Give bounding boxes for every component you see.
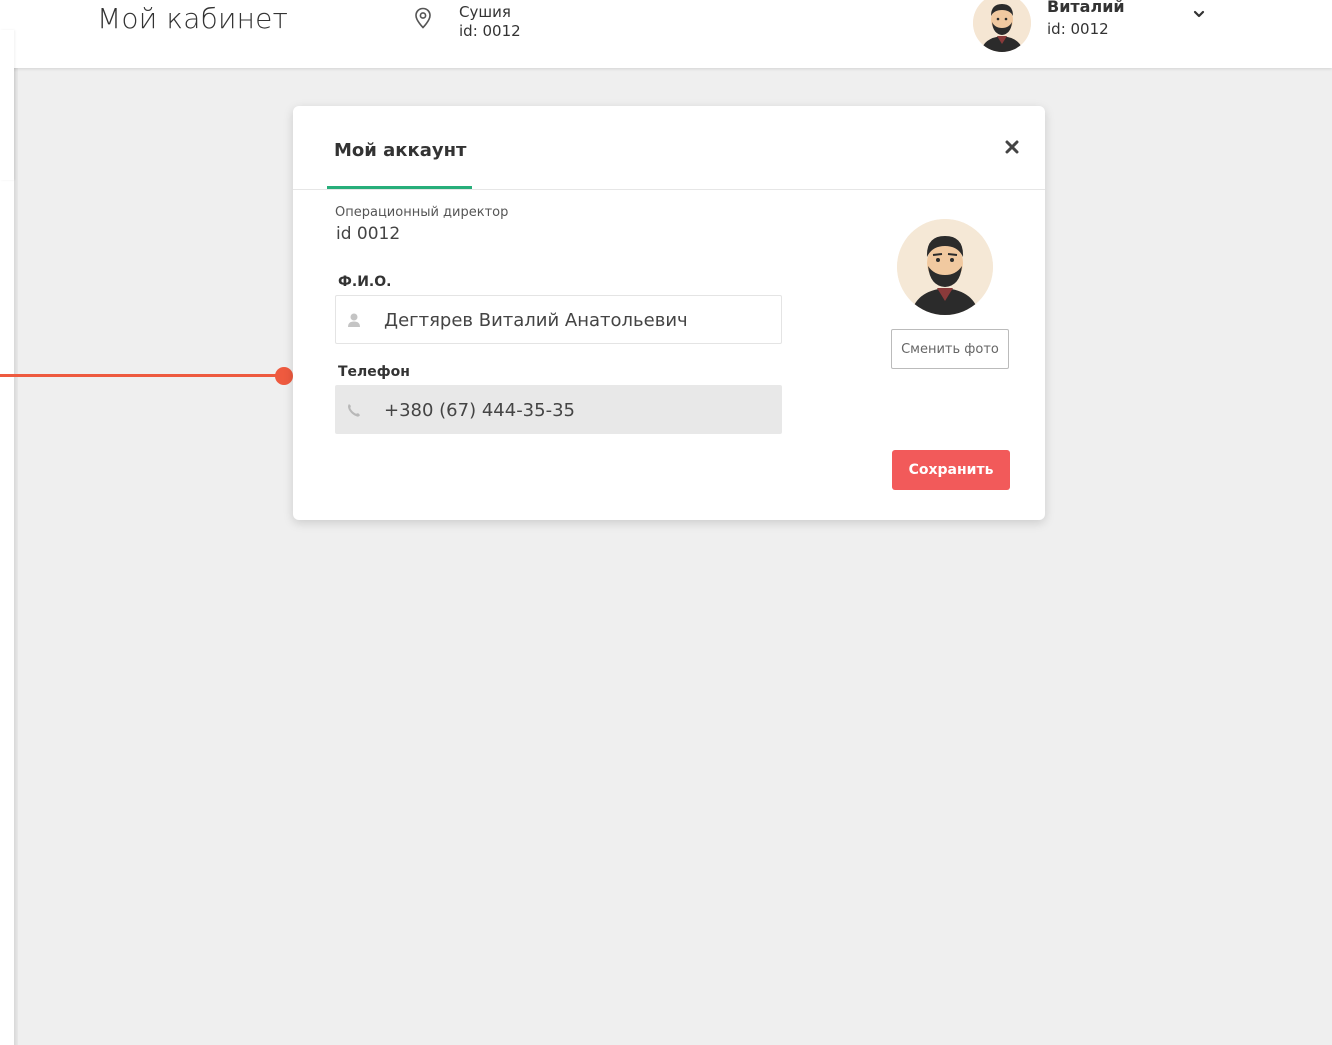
account-modal: Мой аккаунт Операционный директор id 001… xyxy=(293,106,1045,520)
top-header: Мой кабинет Сушия id: 0012 Виталий id: 0… xyxy=(0,0,1332,68)
page-title: Мой кабинет xyxy=(97,2,289,35)
phone-icon xyxy=(348,404,360,417)
location-id: id: 0012 xyxy=(459,22,521,40)
user-name: Виталий xyxy=(1047,0,1125,16)
user-icon xyxy=(348,313,360,327)
location-pin-icon xyxy=(415,7,431,29)
phone-field[interactable]: +380 (67) 444-35-35 xyxy=(335,385,782,434)
fio-field[interactable]: Дегтярев Виталий Анатольевич xyxy=(335,295,782,344)
location-name: Сушия xyxy=(459,3,511,21)
chevron-down-icon[interactable] xyxy=(1190,5,1208,23)
fio-label: Ф.И.О. xyxy=(338,274,392,290)
modal-divider xyxy=(293,189,1045,190)
sidebar-edge xyxy=(0,68,18,1045)
sidebar-panel-edge xyxy=(0,30,14,180)
connector-line xyxy=(0,374,284,377)
connector-dot xyxy=(275,367,293,385)
active-tab-indicator xyxy=(327,186,472,189)
phone-label: Телефон xyxy=(338,364,410,380)
user-avatar-icon[interactable] xyxy=(973,0,1031,52)
close-icon[interactable] xyxy=(1002,137,1022,157)
user-role: Операционный директор xyxy=(335,205,509,220)
user-id: id: 0012 xyxy=(1047,20,1109,38)
modal-title[interactable]: Мой аккаунт xyxy=(334,140,467,161)
change-photo-button[interactable]: Сменить фото xyxy=(891,329,1009,369)
user-role-id: id 0012 xyxy=(336,224,401,244)
save-button[interactable]: Сохранить xyxy=(892,450,1010,490)
fio-value: Дегтярев Виталий Анатольевич xyxy=(384,310,688,331)
profile-photo xyxy=(897,219,993,315)
phone-value: +380 (67) 444-35-35 xyxy=(384,400,575,421)
